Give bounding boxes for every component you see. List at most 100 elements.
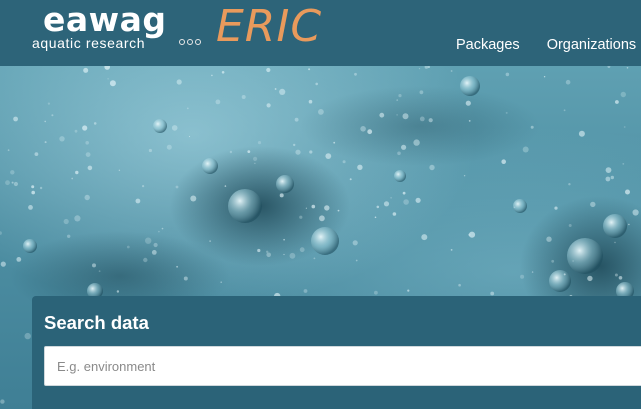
bubble-texture [622,163,625,165]
bubble-texture [421,234,428,241]
bubble-texture [419,90,424,95]
logo-word: eawag [43,0,167,39]
bubble-texture [71,177,74,180]
bubble-texture [520,274,525,279]
bubble-texture [313,257,316,260]
bubble-texture [308,68,311,71]
page: eawag aquatic research ERIC Packages Org… [0,0,641,409]
bubble-texture [419,116,425,122]
search-title: Search data [44,312,149,333]
bubble-texture [568,183,571,186]
bubble-texture [183,276,188,281]
bubble-texture [554,206,558,210]
bubble-texture [605,176,611,182]
bubble-texture [158,230,160,233]
bubble-texture [44,120,46,123]
bubble-texture [47,102,51,105]
bubble-texture [398,94,402,98]
bubble-texture [294,117,299,122]
bubble-texture [118,169,121,171]
bubble-texture [289,252,296,259]
bubble-texture [74,129,78,133]
bubble-texture [590,201,596,208]
bubble-texture [413,139,420,146]
logo-subtitle: aquatic research [32,35,146,51]
bubble-texture [305,207,307,209]
bubble-texture [309,150,313,154]
bubble-texture [116,290,120,293]
nav-item-packages[interactable]: Packages [456,37,520,53]
bubble-texture [632,209,639,216]
bubble-texture [367,129,373,135]
bubble-texture [279,88,286,95]
bubble-texture [109,80,116,87]
bubble-texture [247,150,251,153]
bubble-texture [67,234,71,238]
bubble-texture [318,109,324,115]
bubble-texture [551,259,555,263]
bubble-texture [266,252,272,258]
bubble-texture [10,170,15,175]
bubble-texture [418,68,421,70]
bubble-texture [401,144,407,150]
bubble-texture [82,125,88,131]
search-input[interactable] [44,346,641,386]
bubble-texture [220,281,222,283]
bubble-texture [360,126,366,132]
bubble-texture [59,136,65,142]
site-header: eawag aquatic research ERIC Packages Org… [0,0,641,66]
bubble-texture [209,240,211,242]
bubble-texture [376,205,380,209]
bubble-texture [402,113,409,120]
search-panel: Search data [32,296,641,409]
logo-dots-icon [179,39,201,45]
bubble-texture [465,100,471,106]
bubble-texture [161,227,164,230]
bubble-texture [620,91,626,98]
bubble-texture [505,72,510,77]
bubble-texture [74,215,81,222]
bubble-texture [151,250,157,255]
bubble-texture [104,66,110,70]
bubble-texture [531,271,534,273]
bubble-texture [63,218,69,225]
bubble-texture [311,204,316,209]
bubble-texture [374,216,377,219]
bubble-texture [283,238,285,241]
bubble-texture [407,289,410,292]
bubble-texture [428,118,433,123]
bubble-texture [93,122,97,125]
bubble-texture [135,198,141,204]
nav-item-organizations[interactable]: Organizations [547,37,636,53]
bubble-texture [397,151,401,156]
bubble-texture [31,185,35,189]
bubble-texture [39,186,43,190]
bubble-texture [450,70,453,72]
bubble-texture [51,114,54,117]
site-logo[interactable]: eawag aquatic research ERIC [32,0,332,56]
bubble-texture [315,82,319,86]
bubble-texture [572,260,574,262]
bubble-texture [5,180,10,186]
bubble-texture [319,215,325,222]
bubble-texture [349,178,352,181]
bubble-texture [625,189,630,195]
bubble-texture [254,162,256,164]
bubble-texture [215,99,221,105]
bubble-texture [171,125,178,131]
bubble-texture [490,291,495,296]
bubble-texture [333,141,336,144]
bubble-texture [87,165,93,171]
bubble-texture [190,195,197,202]
bubble-texture [324,205,330,211]
bubble-texture [392,212,397,216]
bubble-texture [325,153,332,159]
bubble-texture [266,67,271,73]
bubble-texture [257,248,261,253]
logo-product-name: ERIC [216,1,323,52]
bubble-texture [458,283,461,287]
bubble-texture [468,231,476,238]
bubble-texture [379,112,385,118]
bubble-texture [390,197,392,199]
bubble-texture [148,148,152,153]
